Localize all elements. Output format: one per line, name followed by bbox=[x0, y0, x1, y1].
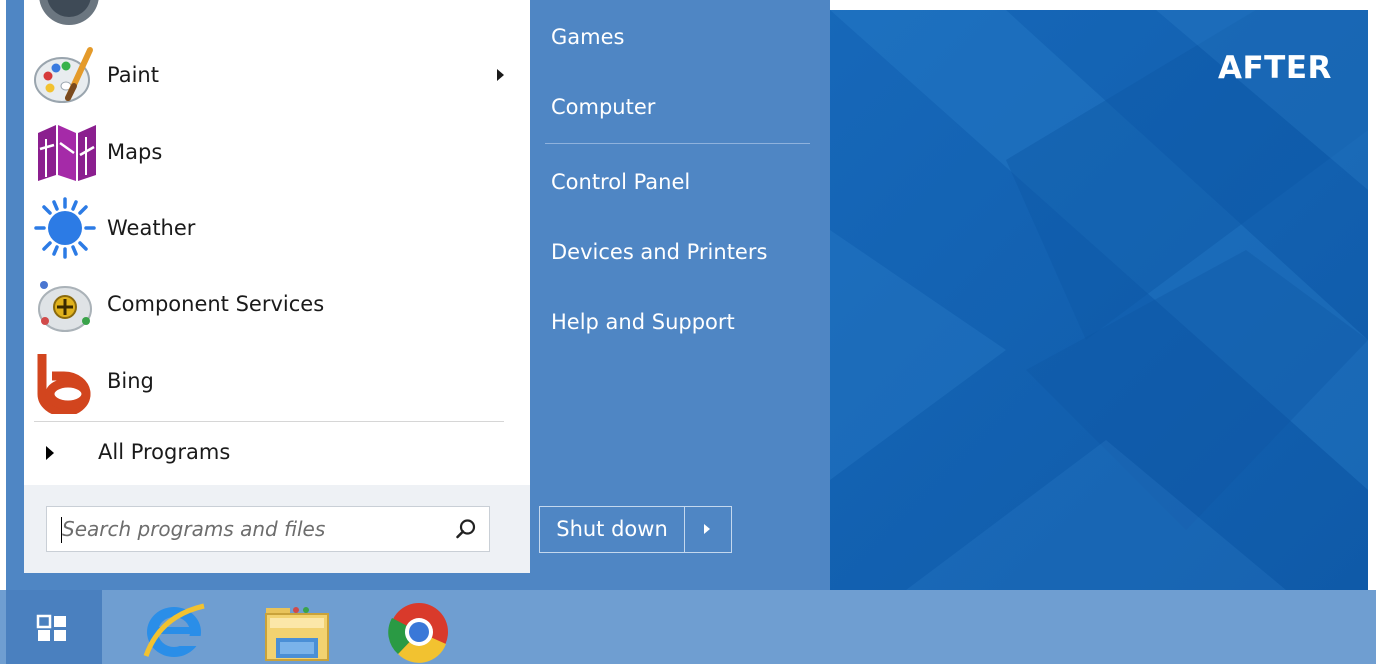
shutdown-button[interactable]: Shut down bbox=[540, 507, 684, 552]
start-icon bbox=[36, 614, 66, 641]
right-pane-divider bbox=[545, 143, 810, 144]
program-item-bing[interactable]: Bing bbox=[24, 345, 530, 417]
media-player-icon bbox=[39, 0, 99, 25]
search-icon[interactable] bbox=[455, 518, 477, 540]
search-box[interactable] bbox=[46, 506, 490, 552]
all-programs-label: All Programs bbox=[98, 440, 231, 464]
right-item-computer[interactable]: Computer bbox=[551, 95, 655, 119]
shutdown-options-button[interactable] bbox=[685, 507, 731, 552]
search-area bbox=[24, 485, 530, 573]
right-item-devices-and-printers[interactable]: Devices and Printers bbox=[551, 240, 767, 264]
program-item-component-services[interactable]: Component Services bbox=[24, 268, 530, 340]
weather-icon bbox=[34, 197, 96, 259]
all-programs-arrow-icon bbox=[46, 446, 54, 460]
program-label-component-services: Component Services bbox=[107, 292, 325, 316]
shutdown-control: Shut down bbox=[539, 506, 732, 553]
all-programs-button[interactable]: All Programs bbox=[24, 430, 530, 476]
taskbar bbox=[0, 590, 1376, 664]
start-menu: Paint Maps Weather Component Services Bi… bbox=[6, 0, 830, 590]
program-item-weather[interactable]: Weather bbox=[24, 192, 530, 264]
program-label-bing: Bing bbox=[107, 369, 154, 393]
file-explorer-icon[interactable] bbox=[262, 596, 332, 664]
right-item-control-panel[interactable]: Control Panel bbox=[551, 170, 690, 194]
program-label-maps: Maps bbox=[107, 140, 163, 164]
bing-icon bbox=[37, 354, 91, 414]
right-item-help-and-support[interactable]: Help and Support bbox=[551, 310, 735, 334]
programs-pane: Paint Maps Weather Component Services Bi… bbox=[24, 0, 530, 573]
screen: AFTER Paint Maps Weather Component Servi… bbox=[0, 0, 1376, 664]
paint-submenu-arrow-icon[interactable] bbox=[497, 69, 504, 81]
right-item-games[interactable]: Games bbox=[551, 25, 624, 49]
search-input[interactable] bbox=[62, 515, 432, 543]
paint-icon bbox=[34, 47, 93, 103]
component-services-icon bbox=[38, 281, 92, 332]
shutdown-options-arrow-icon bbox=[704, 524, 710, 534]
programs-divider bbox=[34, 421, 504, 422]
program-label-paint: Paint bbox=[107, 63, 159, 87]
program-item-maps[interactable]: Maps bbox=[24, 116, 530, 188]
program-label-weather: Weather bbox=[107, 216, 196, 240]
chrome-icon[interactable] bbox=[384, 596, 454, 664]
program-item-paint[interactable]: Paint bbox=[24, 39, 530, 111]
maps-icon bbox=[38, 125, 96, 181]
internet-explorer-icon[interactable] bbox=[140, 596, 210, 664]
after-label: AFTER bbox=[1218, 50, 1332, 86]
start-button[interactable] bbox=[6, 590, 102, 664]
